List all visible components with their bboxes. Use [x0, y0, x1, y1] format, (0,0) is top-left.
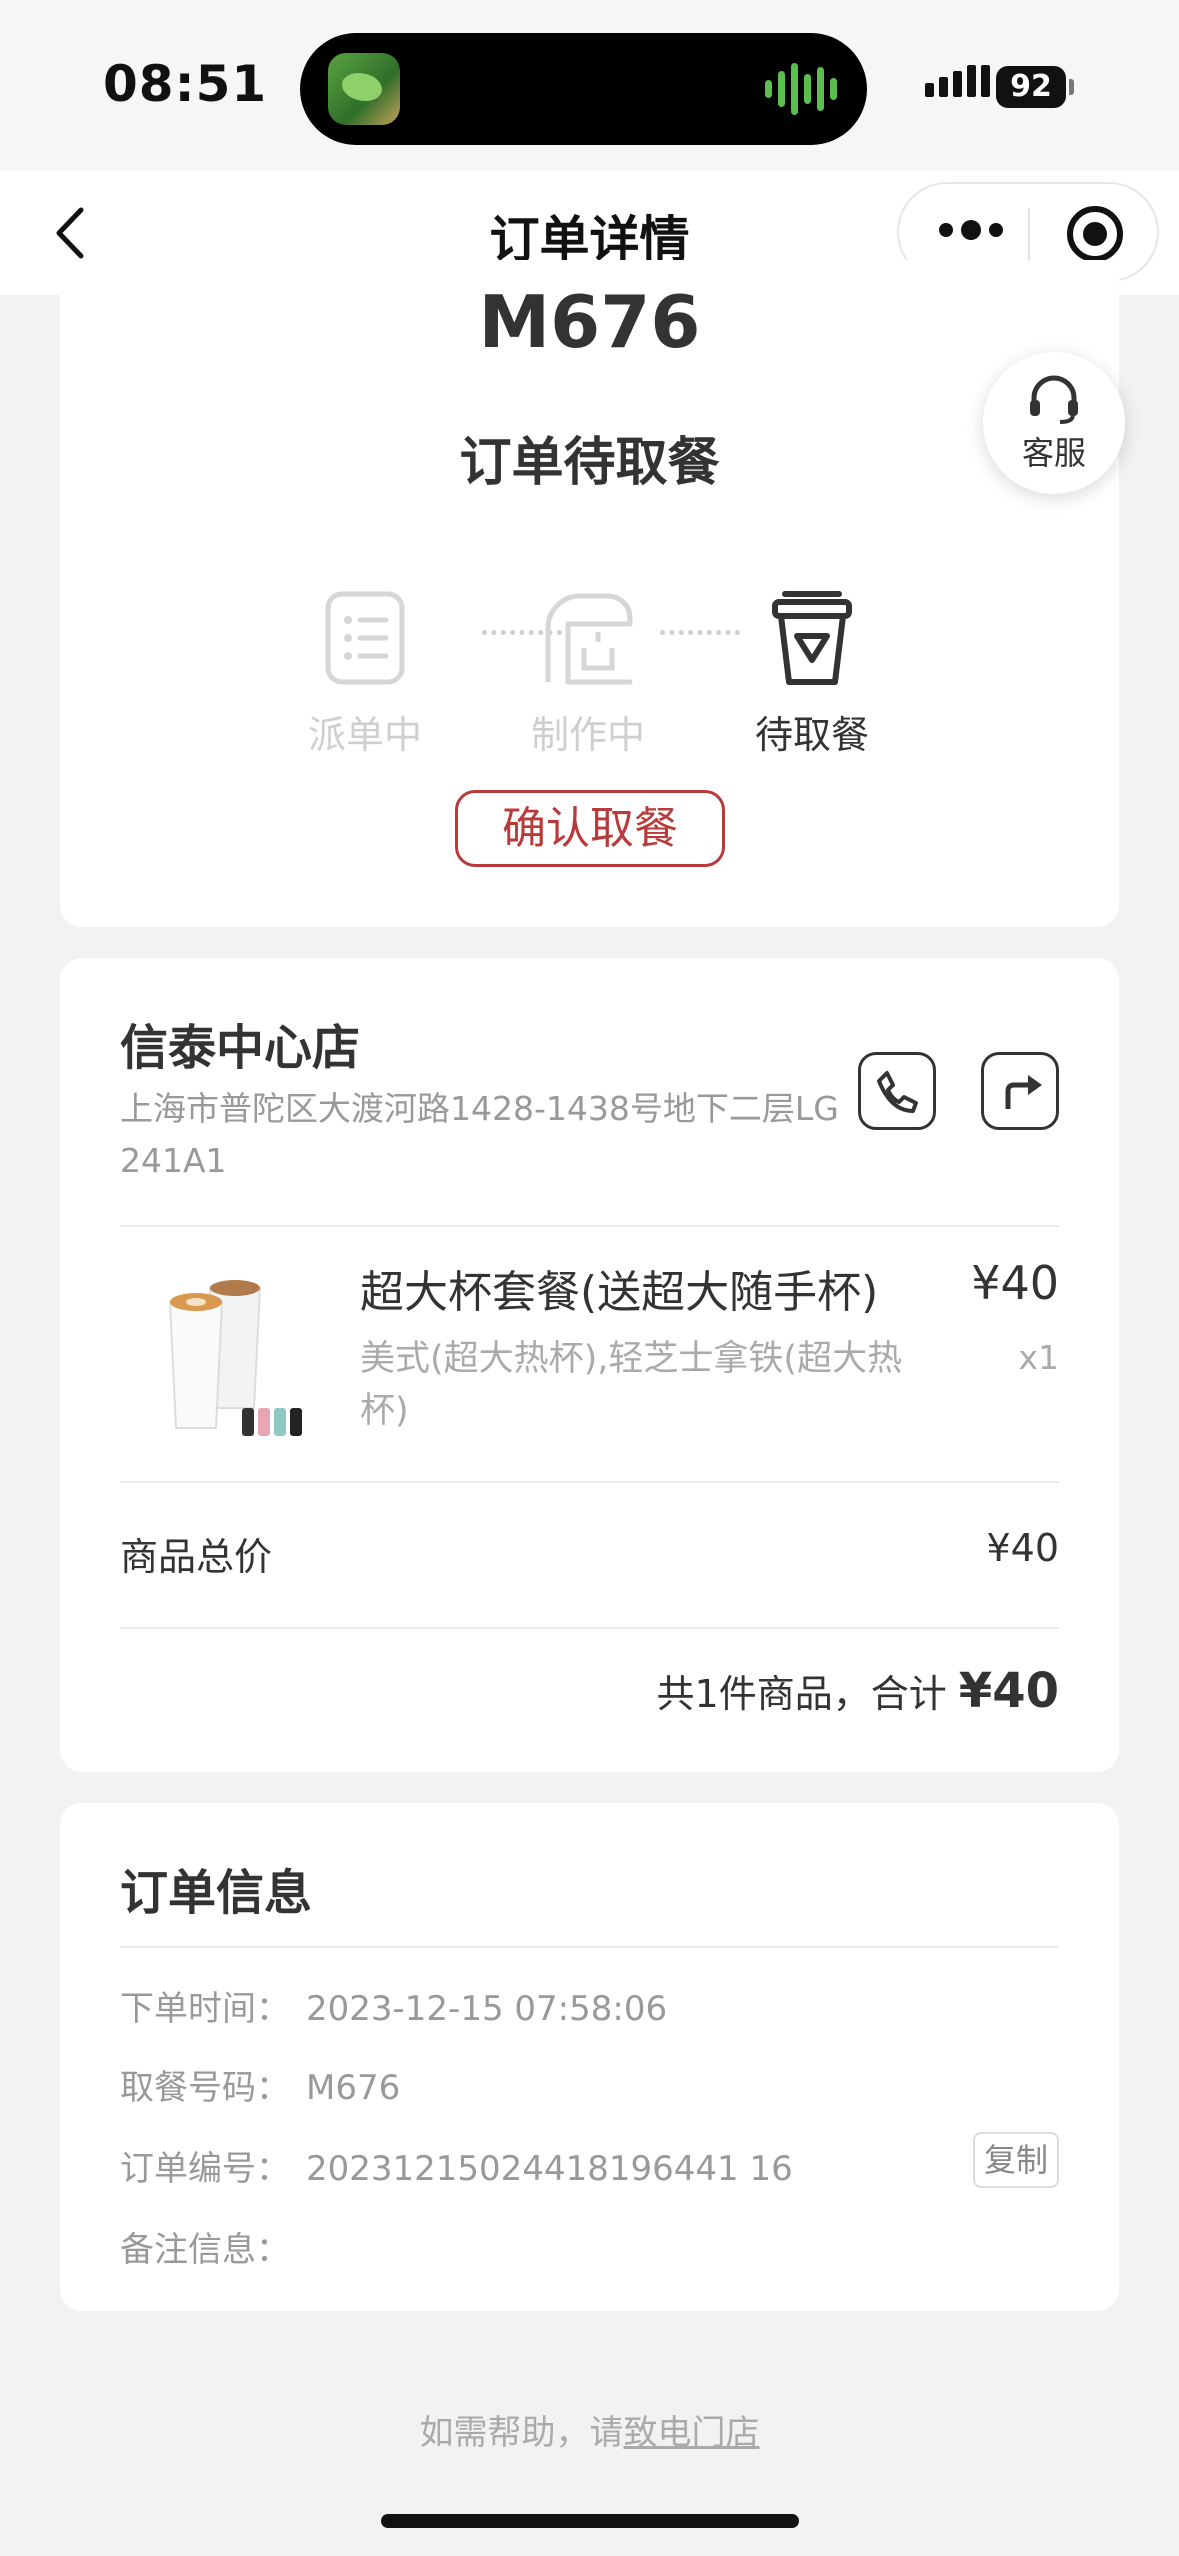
order-total: 共1件商品，合计 ¥40 [657, 1663, 1059, 1719]
help-text: 如需帮助，请 [419, 2413, 624, 2453]
phone-icon [877, 1071, 918, 1113]
step-ready: 待取餐 [732, 588, 892, 759]
order-info-card: 订单信息 下单时间： 2023-12-15 07:58:06 取餐号码： M676 … [60, 1803, 1119, 2311]
product-name: 超大杯套餐(送超大随手杯) [360, 1267, 879, 1318]
step-label: 待取餐 [754, 713, 869, 757]
info-value: M676 [306, 2068, 401, 2108]
step-connector [660, 630, 740, 635]
step-dispatching: 派单中 [285, 588, 445, 759]
order-status-title: 订单待取餐 [459, 433, 720, 493]
navigate-button[interactable] [981, 1052, 1059, 1130]
order-time-row: 下单时间： 2023-12-15 07:58:06 [120, 1981, 667, 2030]
order-info-title: 订单信息 [120, 1865, 313, 1921]
help-footer: 如需帮助，请致电门店 [0, 2405, 1179, 2454]
product-quantity: x1 [1018, 1338, 1059, 1377]
store-address: 上海市普陀区大渡河路1428-1438号地下二层LG 241A1 [120, 1089, 839, 1180]
divider [120, 1946, 1059, 1948]
info-value: 2023-12-15 07:58:06 [306, 1989, 668, 2029]
confirm-pickup-button[interactable]: 确认取餐 [455, 790, 725, 867]
total-prefix: 共1件商品，合计 [656, 1672, 947, 1716]
status-bar: 08:51 92 [0, 0, 1179, 170]
document-list-icon [325, 591, 405, 685]
dynamic-island [300, 33, 867, 145]
capsule-divider [1028, 208, 1030, 260]
subtotal-label: 商品总价 [120, 1535, 273, 1579]
info-value: 20231215024418196441 16 [306, 2149, 793, 2189]
now-playing-artwork [328, 53, 400, 125]
copy-order-number-button[interactable]: 复制 [973, 2132, 1059, 2188]
directions-icon [1005, 1075, 1042, 1109]
battery-tip [1069, 79, 1074, 95]
close-miniprogram-button[interactable] [1067, 206, 1123, 262]
order-number-row: 订单编号： 20231215024418196441 16 [120, 2141, 793, 2190]
call-store-button[interactable] [858, 1052, 936, 1130]
battery-indicator: 92 [996, 66, 1066, 108]
product-image [150, 1268, 320, 1448]
remark-row: 备注信息： [120, 2222, 306, 2271]
pickup-cup-icon [772, 591, 852, 685]
subtotal-value: ¥40 [986, 1526, 1059, 1570]
step-label: 派单中 [307, 713, 422, 757]
audio-wave-icon [765, 63, 837, 115]
divider [120, 1481, 1059, 1483]
coffee-machine-icon [545, 593, 633, 685]
signal-icon [925, 65, 990, 97]
status-time: 08:51 [103, 55, 268, 113]
customer-service-button[interactable]: 客服 [983, 352, 1125, 494]
info-key: 备注信息： [120, 2230, 290, 2270]
product-description: 美式(超大热杯),轻芝士拿铁(超大热杯) [360, 1339, 903, 1431]
divider [120, 1627, 1059, 1629]
more-menu-button[interactable] [939, 220, 1003, 240]
info-key: 取餐号码： [120, 2068, 290, 2108]
pickup-number-row: 取餐号码： M676 [120, 2060, 400, 2109]
step-making: 制作中 [508, 588, 668, 759]
store-card: 信泰中心店 上海市普陀区大渡河路1428-1438号地下二层LG 241A1 超… [60, 958, 1119, 1772]
service-label: 客服 [1021, 434, 1086, 472]
info-key: 订单编号： [120, 2149, 290, 2189]
divider [120, 1225, 1059, 1227]
pickup-code: M676 [478, 280, 701, 364]
info-key: 下单时间： [120, 1989, 290, 2029]
headset-icon [1030, 375, 1078, 424]
call-store-link[interactable]: 致电门店 [624, 2413, 760, 2453]
store-name: 信泰中心店 [120, 1020, 361, 1076]
product-price: ¥40 [971, 1256, 1059, 1310]
home-indicator[interactable] [381, 2514, 799, 2528]
order-status-card: M676 订单待取餐 派单中 制作中 待取餐 确认取餐 [60, 260, 1119, 927]
step-label: 制作中 [530, 713, 645, 757]
total-value: ¥40 [958, 1663, 1059, 1719]
